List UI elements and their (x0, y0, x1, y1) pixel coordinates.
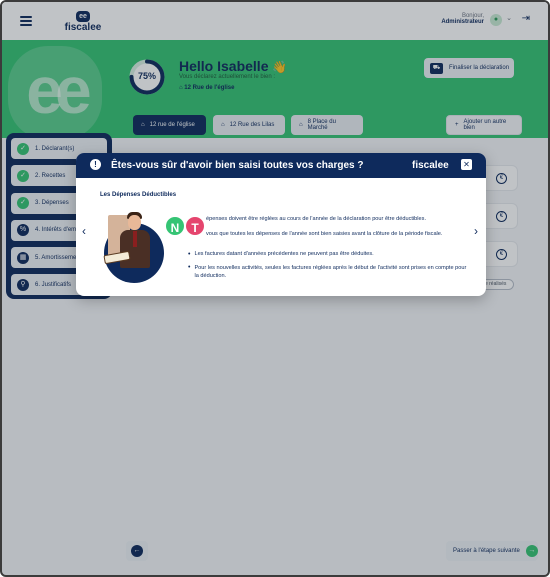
bullet-dot: • (188, 264, 191, 271)
app-frame: ee fiscalee Bonjour, Administrateur ● ⌄ … (0, 0, 550, 577)
body-line-2: vous que toutes les dépenses de l'année … (206, 231, 443, 237)
chevron-right-icon[interactable]: › (474, 224, 478, 238)
illustration-tie (133, 231, 137, 247)
modal-title: Êtes-vous sûr d'avoir bien saisi toutes … (111, 160, 364, 171)
modal-header: ! Êtes-vous sûr d'avoir bien saisi toute… (76, 153, 486, 178)
illustration-head (128, 215, 141, 230)
avatar-bubble-t: T (184, 215, 206, 237)
close-icon[interactable]: ✕ (461, 159, 472, 170)
bullet-text: Les factures datant d'années précédentes… (194, 251, 374, 257)
bullet-item: • Les factures datant d'années précédent… (188, 251, 374, 258)
bullet-dot: • (188, 251, 191, 258)
body-line-1: épenses doivent être réglées au cours de… (206, 216, 426, 222)
modal-brand: fiscalee (412, 160, 449, 171)
alert-icon: ! (90, 159, 101, 170)
modal-subtitle: Les Dépenses Déductibles (100, 192, 177, 198)
bullet-item: • Pour les nouvelles activités, seules l… (188, 264, 468, 280)
confirm-expenses-modal: ! Êtes-vous sûr d'avoir bien saisi toute… (76, 153, 486, 296)
bullet-text: Pour les nouvelles activités, seules les… (194, 265, 467, 279)
accountant-illustration (100, 209, 166, 287)
avatar-bubble-n: N (164, 215, 186, 237)
chevron-left-icon[interactable]: ‹ (82, 224, 86, 238)
